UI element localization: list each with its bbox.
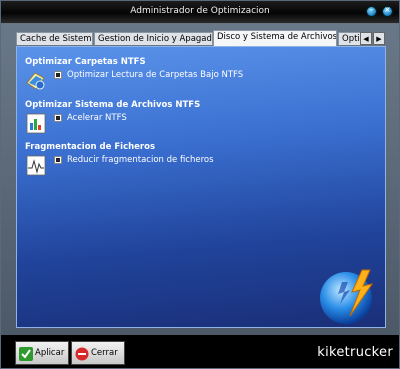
checkmark-icon — [19, 347, 33, 361]
option-row: Acelerar NTFS — [25, 112, 345, 134]
close-button[interactable]: Cerrar — [71, 341, 125, 365]
section-title: Fragmentacion de Ficheros — [25, 142, 156, 152]
tab-strip: Cache de Sistema Gestion de Inicio y Apa… — [16, 30, 386, 46]
fragment-document-icon — [26, 155, 46, 176]
apply-button-label: Aplicar — [35, 348, 65, 358]
checkbox-optimizar-lectura[interactable] — [54, 71, 62, 79]
section-title: Optimizar Sistema de Archivos NTFS — [25, 100, 201, 110]
tab-scroll-left-button[interactable]: ◀ — [360, 32, 372, 45]
option-row: Optimizar Lectura de Carpetas Bajo NTFS — [25, 69, 345, 90]
close-window-button[interactable]: × — [382, 5, 393, 17]
tab-disco-sistema-archivos[interactable]: Disco y Sistema de Archivos — [213, 30, 337, 46]
watermark-text: kiketrucker — [317, 345, 393, 360]
option-label[interactable]: Reducir fragmentacion de ficheros — [67, 155, 214, 165]
title-bar[interactable]: Administrador de Optimizacion – × — [1, 1, 399, 24]
section-title: Optimizar Carpetas NTFS — [25, 57, 146, 67]
checkbox-acelerar-ntfs[interactable] — [54, 114, 62, 122]
option-label[interactable]: Acelerar NTFS — [67, 113, 127, 123]
window-title: Administrador de Optimizacion — [130, 6, 270, 16]
section-fragmentacion: Fragmentacion de Ficheros Reducir fragme… — [25, 142, 214, 176]
cancel-icon — [75, 347, 89, 361]
tab-scroll-right-button[interactable]: ▶ — [373, 32, 385, 45]
option-row: Reducir fragmentacion de ficheros — [25, 154, 345, 176]
folder-optimize-icon — [26, 72, 45, 90]
arrow-right-icon: ▶ — [376, 35, 382, 43]
section-carpetas-ntfs: Optimizar Carpetas NTFS Optimizar Lectur… — [25, 57, 243, 90]
tab-cache-de-sistema[interactable]: Cache de Sistema — [16, 32, 93, 45]
app-window: Administrador de Optimizacion – × Cache … — [0, 0, 400, 369]
arrow-left-icon: ◀ — [363, 35, 369, 43]
tuneup-logo-icon — [320, 269, 374, 324]
option-label[interactable]: Optimizar Lectura de Carpetas Bajo NTFS — [67, 70, 243, 80]
bottom-bar: Aplicar Cerrar kiketrucker — [1, 335, 399, 368]
chart-document-icon — [26, 113, 46, 134]
apply-button[interactable]: Aplicar — [15, 341, 69, 365]
section-sistema-archivos: Optimizar Sistema de Archivos NTFS Acele… — [25, 100, 201, 134]
minimize-button[interactable]: – — [366, 5, 377, 17]
tab-gestion-inicio-apagado[interactable]: Gestion de Inicio y Apagado — [94, 32, 213, 45]
close-button-label: Cerrar — [91, 348, 118, 358]
checkbox-reducir-fragmentacion[interactable] — [54, 156, 62, 164]
minimize-icon: – — [369, 5, 374, 14]
tab-optim-truncated[interactable]: Optim — [338, 32, 361, 45]
close-icon: × — [384, 5, 391, 14]
